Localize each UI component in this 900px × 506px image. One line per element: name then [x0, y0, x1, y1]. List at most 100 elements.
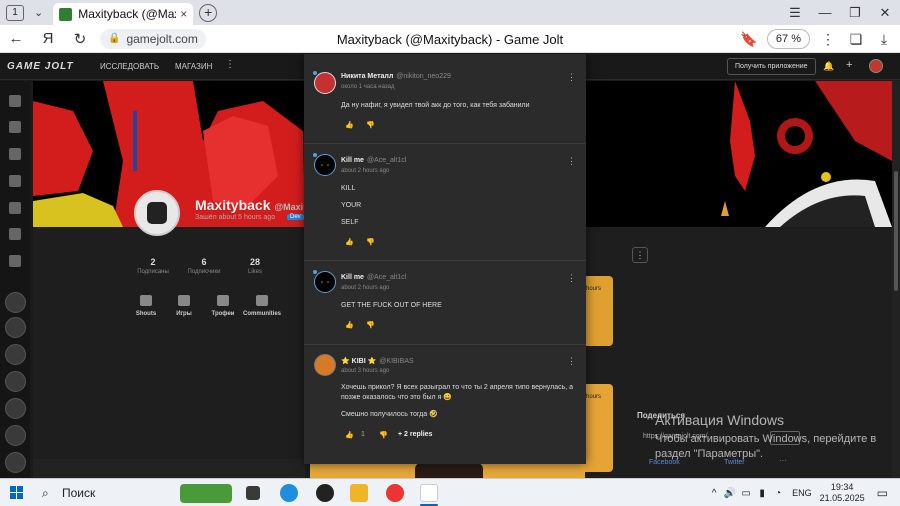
- comments-modal: Никита Металл @nikiton_neo229 около 1 час…: [304, 54, 586, 464]
- close-window-icon[interactable]: ✕: [870, 5, 900, 21]
- url-field[interactable]: 🔒 gamejolt.com: [100, 28, 206, 49]
- browser-tab-strip: 1 ⌄ Maxityback (@Maxityb × + ☰ — ❐ ✕: [0, 0, 900, 25]
- battery-icon[interactable]: ▮: [754, 488, 770, 499]
- zoom-level[interactable]: 67 %: [766, 29, 810, 49]
- sidebar-community-4[interactable]: [5, 371, 26, 392]
- tool-games[interactable]: Игры: [164, 295, 204, 317]
- back-icon[interactable]: ←: [0, 30, 32, 47]
- profile-banner-right: [585, 81, 892, 227]
- nav-explore[interactable]: ИССЛЕДОВАТЬ: [100, 62, 159, 71]
- comment-text: GET THE FUCK OUT OF HERE: [341, 302, 442, 309]
- add-icon[interactable]: +: [846, 59, 852, 71]
- clock[interactable]: 19:34 21.05.2025: [820, 482, 865, 504]
- sidebar-chat-icon[interactable]: [9, 202, 21, 214]
- bookmarks-list-icon[interactable]: ☰: [780, 5, 810, 21]
- sidebar-community-2[interactable]: [5, 317, 26, 338]
- yandex-icon[interactable]: Я: [32, 30, 64, 47]
- minimize-icon[interactable]: —: [810, 5, 840, 20]
- bookmark-icon[interactable]: 🔖: [739, 31, 759, 48]
- user-avatar[interactable]: [869, 59, 883, 73]
- sidebar-backpack-icon[interactable]: [9, 148, 21, 160]
- menu-icon[interactable]: ⋮: [818, 31, 838, 48]
- comment-avatar[interactable]: [314, 271, 336, 293]
- system-tray: ^ 🔊 ▭ ▮ ◔ ENG 19:34 21.05.2025 ▭: [706, 479, 900, 506]
- comment-time: about 2 hours ago: [341, 168, 390, 174]
- search-icon: ⌕: [42, 486, 49, 500]
- webcam-icon[interactable]: ▭: [738, 488, 754, 499]
- tool-shouts[interactable]: Shouts: [126, 295, 166, 317]
- comment-item: Kill me @Ace_alt1cl about 2 hours ago ⋮ K…: [304, 144, 586, 261]
- profile-more-button[interactable]: ⋮: [632, 247, 648, 263]
- stat-label: Likes: [247, 269, 262, 275]
- view-replies-link[interactable]: + 2 replies: [398, 431, 432, 438]
- task-view-icon[interactable]: [246, 486, 260, 500]
- sidebar-community-5[interactable]: [5, 398, 26, 419]
- comment-item: ⭐ KIBI ⭐ @KIBIBAS about 3 hours ago ⋮ Хоч…: [304, 345, 586, 464]
- notifications-icon[interactable]: ▭: [877, 486, 888, 500]
- search-highlight-image[interactable]: [180, 484, 232, 503]
- sidebar-grid-icon[interactable]: [9, 255, 21, 267]
- like-icon[interactable]: 👍: [345, 121, 354, 129]
- gamejolt-logo[interactable]: GAME JOLT: [7, 61, 74, 72]
- tool-trophies[interactable]: Трофеи: [203, 295, 243, 317]
- speaker-icon[interactable]: 🔊: [722, 488, 738, 499]
- get-app-button[interactable]: Получить приложение: [727, 58, 816, 75]
- comment-author[interactable]: Kill me @Ace_alt1cl: [341, 157, 406, 164]
- dislike-icon[interactable]: 👎: [366, 238, 375, 246]
- comment-avatar[interactable]: [314, 154, 336, 176]
- sidebar-community-3[interactable]: [5, 344, 26, 365]
- dislike-icon[interactable]: 👎: [379, 431, 388, 439]
- reload-icon[interactable]: ↻: [64, 30, 96, 48]
- page-scrollbar[interactable]: [892, 81, 900, 478]
- tool-label: Трофеи: [211, 311, 235, 317]
- comment-menu-icon[interactable]: ⋮: [567, 72, 576, 83]
- comment-author[interactable]: ⭐ KIBI ⭐ @KIBIBAS: [341, 357, 414, 365]
- post-card-1-time: hours: [586, 286, 602, 292]
- edge-icon[interactable]: [280, 484, 298, 502]
- windows-start-icon[interactable]: [10, 486, 23, 499]
- download-icon[interactable]: ⤓: [874, 31, 894, 48]
- yandex-app-icon[interactable]: [420, 484, 438, 502]
- comment-author[interactable]: Kill me @Ace_alt1cl: [341, 274, 406, 281]
- dislike-icon[interactable]: 👎: [366, 321, 375, 329]
- network-icon[interactable]: ◔: [770, 488, 786, 499]
- new-tab-button[interactable]: +: [199, 3, 218, 22]
- tab-counter-button[interactable]: 1: [6, 4, 24, 21]
- tabs-dropdown-icon[interactable]: ⌄: [34, 6, 43, 19]
- like-icon[interactable]: 👍: [345, 238, 354, 246]
- stat-likes[interactable]: 28 Likes: [225, 257, 285, 275]
- yandex-browser-icon[interactable]: [386, 484, 404, 502]
- collections-icon[interactable]: ❏: [846, 31, 866, 48]
- file-explorer-icon[interactable]: [350, 484, 368, 502]
- sidebar-community-6[interactable]: [5, 425, 26, 446]
- comment-menu-icon[interactable]: ⋮: [567, 273, 576, 284]
- sidebar-home-icon[interactable]: [9, 95, 21, 107]
- tool-label: Игры: [176, 311, 192, 317]
- language-indicator[interactable]: ENG: [792, 488, 812, 498]
- comment-menu-icon[interactable]: ⋮: [567, 156, 576, 167]
- tray-chevron-icon[interactable]: ^: [706, 488, 722, 499]
- nav-store[interactable]: МАГАЗИН: [175, 62, 212, 71]
- profile-avatar[interactable]: [134, 190, 180, 236]
- comment-avatar[interactable]: [314, 354, 336, 376]
- sidebar-community-7[interactable]: [5, 452, 26, 473]
- restore-icon[interactable]: ❐: [840, 5, 870, 21]
- sidebar-gift-icon[interactable]: [9, 228, 21, 240]
- dislike-icon[interactable]: 👎: [366, 121, 375, 129]
- sidebar-store-icon[interactable]: [9, 121, 21, 133]
- like-icon[interactable]: 👍: [345, 321, 354, 329]
- browser-tab-active[interactable]: Maxityback (@Maxityb ×: [53, 3, 194, 25]
- comment-menu-icon[interactable]: ⋮: [567, 356, 576, 367]
- sidebar-cart-icon[interactable]: [9, 175, 21, 187]
- tab-close-icon[interactable]: ×: [180, 7, 187, 21]
- nav-more-icon[interactable]: ⋮: [225, 59, 235, 70]
- comment-text-line: YOUR: [341, 202, 362, 209]
- comment-author[interactable]: Никита Металл @nikiton_neo229: [341, 73, 451, 80]
- scrollbar-thumb[interactable]: [894, 171, 898, 291]
- like-icon[interactable]: 👍: [345, 431, 354, 439]
- bell-icon[interactable]: 🔔: [823, 61, 834, 72]
- sidebar-community-1[interactable]: [5, 292, 26, 313]
- comment-avatar[interactable]: [314, 72, 336, 94]
- tool-communities[interactable]: Communities: [242, 295, 282, 317]
- recorder-icon[interactable]: [316, 484, 334, 502]
